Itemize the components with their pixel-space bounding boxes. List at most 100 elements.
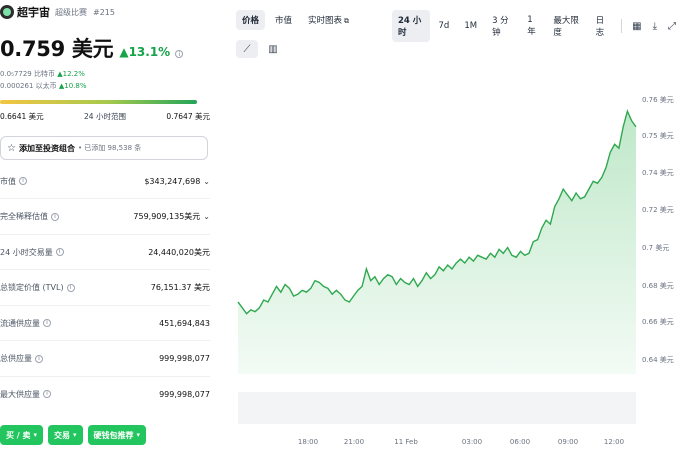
stat-label: 市值 i [0,176,27,187]
stat-label-text: 完全稀释估值 [0,212,48,221]
stat-row: 总供应量 i 999,998,077 [0,352,210,366]
chart-tabs: 价格 市值 实时图表 ⧉ [236,10,355,30]
tab-live-chart[interactable]: 实时图表 ⧉ [302,10,355,30]
chevron-down-icon: ▾ [73,431,77,439]
range-7d[interactable]: 7d [433,17,456,35]
range-24h[interactable]: 24 小时 [392,10,430,42]
btc-change-value: 12.2% [62,70,85,78]
portfolio-label: 添加至投资组合 [18,143,75,153]
stat-value: 451,694,843 [159,318,210,328]
divider [0,269,210,270]
buy-sell-label: 买 / 卖 [6,430,31,440]
y-tick-label: 0.74 美元 [642,168,674,177]
coin-logo [0,5,14,19]
range-selector: 24 小时 7d 1M 3 分钟 1年 最大限度 日志 ▦ ⤓ ⤢ [392,10,680,42]
divider [0,233,210,235]
stat-label-text: 最大供应量 [0,389,40,399]
volume-band [238,392,636,424]
add-to-portfolio-button[interactable]: ☆ 添加至投资组合 • 已添加 98,538 条 [0,136,208,160]
stat-row[interactable]: 完全稀释估值 i 759,909,135美元 ⌄ [0,210,210,224]
eth-price: 0.000261 以太币 ▲10.8% [0,81,87,91]
stat-value: 76,151.37 美元 [150,283,210,292]
coin-symbol: 超级比赛 [55,7,87,17]
range-log[interactable]: 日志 [590,10,616,42]
range-3m[interactable]: 3 分钟 [486,10,518,42]
chevron-down-icon[interactable]: ⌄ [203,212,210,221]
stat-row: 流通供应量 i 451,694,843 [0,316,210,330]
action-buttons: 买 / 卖 ▾ 交易 ▾ 硬钱包推荐 ▾ [0,425,147,445]
stat-value: 759,909,135美元 [133,212,201,221]
eth-change-value: 10.8% [64,82,87,90]
help-icon[interactable]: i [55,248,64,256]
help-icon[interactable]: i [66,283,75,292]
stat-row: 总锁定价值 (TVL) i 76,151.37 美元 [0,281,210,295]
stat-row[interactable]: 市值 i $343,247,698 ⌄ [0,174,210,188]
tab-price[interactable]: 价格 [236,10,266,30]
stat-label: 完全稀释估值 i [0,211,59,222]
coin-header: 超宇宙 超级比赛 #215 [0,3,115,21]
price-row: 0.759 美元 ▲13.1% i [0,33,184,63]
btc-price-value: 0.0₅7729 比特币 [0,70,55,78]
price-change-value: 13.1% [128,45,171,59]
external-link-icon: ⧉ [344,17,350,25]
line-chart-icon[interactable]: ⟋ [236,40,258,58]
eth-change: ▲10.8% [58,82,87,90]
exchange-button[interactable]: 交易 ▾ [48,425,83,445]
stat-value: $343,247,698 [144,176,201,186]
download-icon[interactable]: ⤓ [649,19,661,34]
divider [0,340,210,341]
coin-panel: 超宇宙 超级比赛 #215 0.759 美元 ▲13.1% i 0.0₅7729… [0,0,215,453]
help-icon[interactable]: i [43,390,51,398]
range-max[interactable]: 最大限度 [547,10,586,42]
eth-price-value: 0.000261 以太币 [0,82,57,90]
range-high: 0.7647 美元 [166,112,210,121]
divider [0,198,210,199]
wallet-button[interactable]: 硬钱包推荐 ▾ [87,425,147,445]
stat-value: 24,440,020美元 [148,247,210,257]
range-label: 24 小时范围 [84,112,126,121]
stat-label-text: 市值 [0,176,16,186]
calendar-icon[interactable]: ▦ [628,19,645,34]
stat-label: 总锁定价值 (TVL) i [0,282,75,293]
stat-value: 999,998,077 [159,354,210,363]
current-price: 0.759 美元 [0,37,114,61]
y-tick-label: 0.76 美元 [642,95,674,104]
exchange-label: 交易 [54,430,71,440]
btc-price: 0.0₅7729 比特币 ▲12.2% [0,69,85,79]
help-icon[interactable]: i [35,354,43,363]
y-tick-label: 0.64 美元 [642,355,674,364]
coin-rank: #215 [93,7,115,17]
x-tick-label: 11 Feb [394,438,418,446]
info-icon[interactable]: i [175,50,184,58]
range-1y[interactable]: 1年 [521,11,544,41]
range-1m[interactable]: 1M [458,17,483,35]
price-chart[interactable]: 0.76 美元 0.75 美元 0.74 美元 0.72 美元 0.7 美元 0.68 美… [236,62,680,453]
x-tick-label: 03:00 [462,438,482,446]
x-tick-label: 21:00 [344,438,364,446]
stat-row: 最大供应量 i 999,998,077 [0,387,210,401]
stat-label: 总供应量 i [0,353,43,364]
coin-name: 超宇宙 [17,6,50,19]
stat-label-text: 24 小时交易量 [0,247,53,257]
help-icon[interactable]: i [19,177,27,185]
stat-label-text: 总锁定价值 (TVL) [0,283,64,292]
expand-icon[interactable]: ⤢ [664,19,680,34]
x-tick-label: 09:00 [558,438,578,446]
stat-row: 24 小时交易量 i 24,440,020美元 [0,245,210,259]
range-bar [0,100,197,104]
chevron-down-icon[interactable]: ⌄ [203,177,210,186]
y-tick-label: 0.72 美元 [642,205,674,214]
y-tick-label: 0.66 美元 [642,317,674,326]
divider [0,375,210,377]
chart-type-toggle: ⟋ ▥ [236,40,284,58]
y-tick-label: 0.7 美元 [642,243,669,252]
candlestick-icon[interactable]: ▥ [262,40,284,58]
buy-sell-button[interactable]: 买 / 卖 ▾ [0,425,44,445]
x-tick-label: 18:00 [298,438,318,446]
help-icon[interactable]: i [43,319,51,327]
help-icon[interactable]: i [51,212,59,221]
portfolio-count: • 已添加 98,538 条 [77,144,142,152]
stat-label-text: 流通供应量 [0,318,40,328]
range-low: 0.6641 美元 [0,112,44,121]
tab-market-cap[interactable]: 市值 [269,10,298,30]
